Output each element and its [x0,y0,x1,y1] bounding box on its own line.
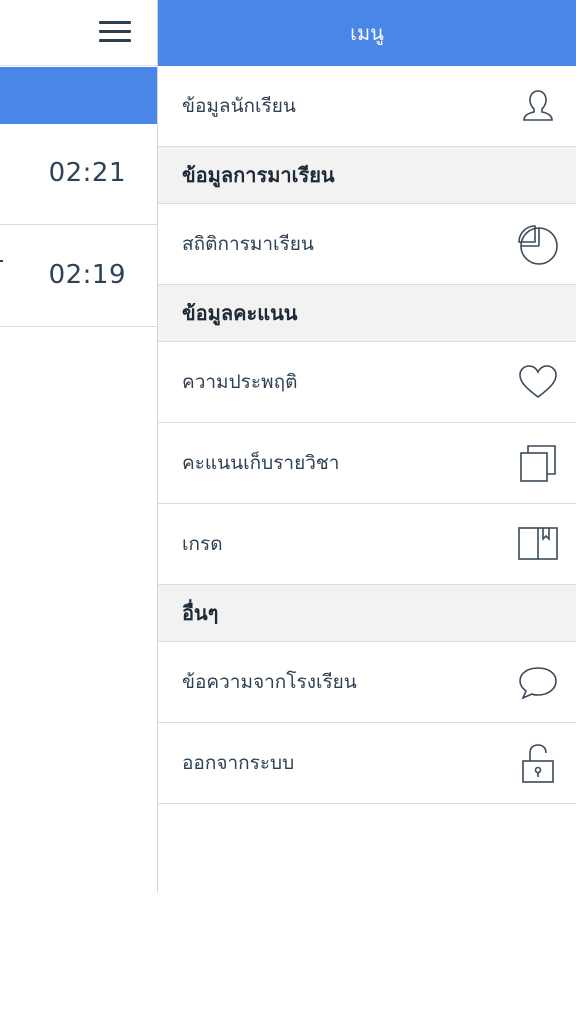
list-item[interactable]: 02:19 [0,226,158,327]
time-label: 02:19 [48,260,126,290]
background-app: 02:21 02:19 [0,0,158,1024]
pie-chart-icon [516,222,560,266]
drawer-title: เมนู [350,21,384,45]
menu-item-attendance-stats[interactable]: สถิติการมาเรียน [158,204,576,285]
section-header-others: อื่นๆ [158,585,576,642]
user-icon [516,84,560,128]
section-title: ข้อมูลคะแนน [182,301,298,325]
section-header-attendance: ข้อมูลการมาเรียน [158,147,576,204]
app-top-bar [0,0,158,66]
menu-item-logout[interactable]: ออกจากระบบ [158,723,576,804]
menu-item-label: ความประพฤติ [182,371,298,393]
list-item[interactable]: 02:21 [0,124,158,225]
section-header-scores: ข้อมูลคะแนน [158,285,576,342]
menu-item-subject-scores[interactable]: คะแนนเก็บรายวิชา [158,423,576,504]
menu-item-behavior[interactable]: ความประพฤติ [158,342,576,423]
book-icon [516,522,560,566]
menu-item-label: สถิติการมาเรียน [182,233,314,255]
time-label: 02:21 [48,158,126,188]
copy-icon [516,441,560,485]
unlock-icon [516,741,560,785]
chat-bubble-icon [516,660,560,704]
menu-item-label: ข้อมูลนักเรียน [182,95,296,117]
menu-item-label: ข้อความจากโรงเรียน [182,671,357,693]
heart-icon [516,360,560,404]
menu-item-school-messages[interactable]: ข้อความจากโรงเรียน [158,642,576,723]
section-title: อื่นๆ [182,601,219,625]
menu-item-label: คะแนนเก็บรายวิชา [182,452,340,474]
menu-icon[interactable] [99,18,133,46]
menu-item-label: ออกจากระบบ [182,752,295,774]
section-title: ข้อมูลการมาเรียน [182,163,335,187]
menu-item-grades[interactable]: เกรด [158,504,576,585]
menu-item-label: เกรด [182,533,223,555]
drawer-header: เมนู [158,0,576,66]
navigation-drawer: เมนู ข้อมูลนักเรียน ข้อมูลการมาเรียน สถิ… [157,0,576,893]
truncated-text [0,260,3,262]
app-header-bar [0,67,158,124]
menu-item-student-info[interactable]: ข้อมูลนักเรียน [158,66,576,147]
